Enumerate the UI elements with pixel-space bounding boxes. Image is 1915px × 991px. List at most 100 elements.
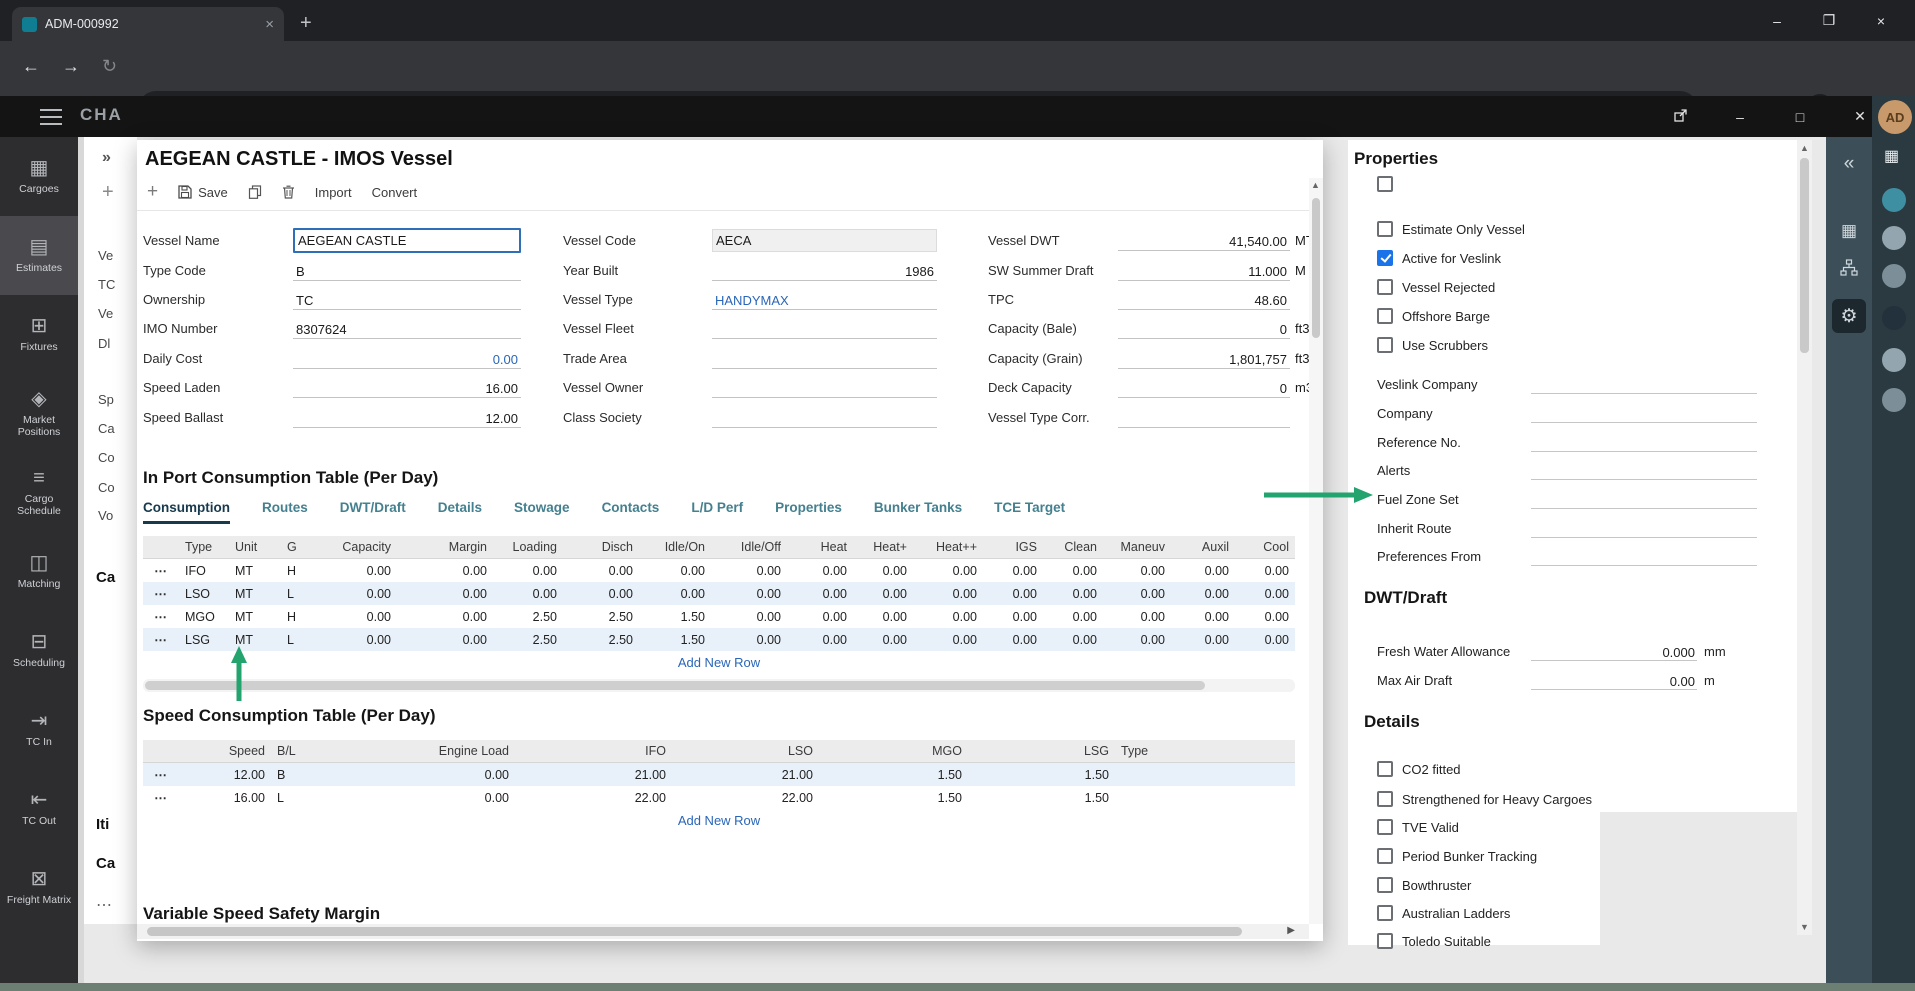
grid-cell[interactable]: 0.00 (1171, 582, 1235, 605)
field-input-fuel-zone-set[interactable] (1531, 488, 1757, 509)
column-header-handle[interactable] (143, 536, 179, 559)
grid-cell[interactable]: 2.50 (563, 628, 639, 651)
grid-cell[interactable]: 0.00 (493, 559, 563, 583)
field-input-deck-capacity[interactable]: 0 (1118, 377, 1290, 398)
grid-cell[interactable]: H (281, 559, 309, 583)
column-header-speed[interactable]: Speed (179, 740, 271, 763)
properties-checkbox-partial[interactable] (1377, 176, 1393, 192)
field-input-vessel-dwt[interactable]: 41,540.00 (1118, 230, 1290, 251)
column-header-clean[interactable]: Clean (1043, 536, 1103, 559)
field-input-year-built[interactable]: 1986 (712, 260, 937, 281)
expand-panel-icon[interactable]: » (102, 149, 111, 167)
sidebar-item-fixtures[interactable]: ⊞Fixtures (0, 295, 78, 374)
field-input-ownership[interactable]: TC (293, 289, 521, 310)
grid-cell[interactable]: 0.00 (853, 628, 913, 651)
grid-cell[interactable]: 0.00 (639, 582, 711, 605)
right-rail-icon-3[interactable] (1882, 264, 1906, 288)
details-checkbox-co2-fitted[interactable] (1377, 761, 1393, 777)
column-header-cool[interactable]: Cool (1235, 536, 1295, 559)
row-menu-icon[interactable]: ⋯ (143, 582, 179, 605)
grid-cell[interactable] (1115, 763, 1295, 787)
grid-cell[interactable]: 0.00 (853, 605, 913, 628)
row-menu-icon[interactable]: ⋯ (143, 786, 179, 809)
field-input-fresh-water-allowance[interactable]: 0.000 (1531, 641, 1697, 661)
field-input-speed-laden[interactable]: 16.00 (293, 377, 521, 398)
properties-checkbox-offshore-barge[interactable] (1377, 308, 1393, 324)
grid-cell[interactable]: 0.00 (563, 559, 639, 583)
grid-cell[interactable]: 0.00 (1043, 559, 1103, 583)
grid-cell[interactable]: 0.00 (983, 559, 1043, 583)
tab-close-icon[interactable]: × (265, 16, 274, 33)
grid-cell[interactable]: 2.50 (493, 605, 563, 628)
details-checkbox-australian-ladders[interactable] (1377, 905, 1393, 921)
window-minimize-button[interactable]: – (1751, 13, 1803, 29)
grid-cell[interactable]: 0.00 (787, 582, 853, 605)
grid-cell[interactable]: 0.00 (711, 559, 787, 583)
scroll-up-icon[interactable]: ▲ (1311, 180, 1320, 190)
field-input-trade-area[interactable] (712, 348, 937, 369)
delete-button[interactable] (282, 185, 295, 199)
grid-cell[interactable]: 0.00 (1171, 628, 1235, 651)
copy-button[interactable] (248, 185, 262, 199)
scroll-down-icon[interactable]: ▼ (1800, 922, 1809, 932)
right-rail-icon-1[interactable] (1882, 188, 1906, 212)
sidebar-item-market-positions[interactable]: ◈Market Positions (0, 374, 78, 453)
details-checkbox-bowthruster[interactable] (1377, 877, 1393, 893)
save-button[interactable]: Save (178, 185, 228, 200)
grid-cell[interactable]: 0.00 (983, 628, 1043, 651)
grid-cell[interactable]: MGO (179, 605, 229, 628)
field-input-max-air-draft[interactable]: 0.00 (1531, 670, 1697, 690)
row-menu-icon[interactable]: ⋯ (143, 605, 179, 628)
field-input-veslink-company[interactable] (1531, 373, 1757, 394)
grid-cell[interactable]: 0.00 (1043, 582, 1103, 605)
tab-dwt-draft[interactable]: DWT/Draft (340, 500, 406, 524)
grid-cell[interactable]: 0.00 (787, 628, 853, 651)
tab-bunker-tanks[interactable]: Bunker Tanks (874, 500, 962, 524)
grid-cell[interactable]: 0.00 (787, 605, 853, 628)
grid-cell[interactable]: L (271, 786, 325, 809)
hierarchy-icon[interactable] (1826, 259, 1872, 282)
field-input-preferences-from[interactable] (1531, 545, 1757, 566)
hamburger-menu-icon[interactable] (40, 109, 62, 130)
grid-cell[interactable]: IFO (179, 559, 229, 583)
grid-cell[interactable]: L (281, 582, 309, 605)
field-input-type-code[interactable]: B (293, 260, 521, 281)
modal-maximize-icon[interactable]: □ (1770, 109, 1830, 125)
grid-cell[interactable]: 0.00 (913, 628, 983, 651)
grid-cell[interactable]: 0.00 (309, 582, 397, 605)
field-input-reference-no[interactable] (1531, 431, 1757, 452)
column-header-lso[interactable]: LSO (672, 740, 819, 763)
column-header-idle-off[interactable]: Idle/Off (711, 536, 787, 559)
field-input-vessel-type-corr[interactable] (1118, 407, 1290, 428)
properties-scrollbar[interactable]: ▲ ▼ (1797, 140, 1812, 935)
column-header-heat[interactable]: Heat (787, 536, 853, 559)
grid-cell[interactable]: 0.00 (1235, 559, 1295, 583)
grid-cell[interactable]: 21.00 (515, 763, 672, 787)
properties-checkbox-use-scrubbers[interactable] (1377, 337, 1393, 353)
properties-checkbox-estimate-only-vessel[interactable] (1377, 221, 1393, 237)
column-header-capacity[interactable]: Capacity (309, 536, 397, 559)
properties-checkbox-vessel-rejected[interactable] (1377, 279, 1393, 295)
scroll-right-icon[interactable]: ▶ (1287, 925, 1295, 936)
tab-stowage[interactable]: Stowage (514, 500, 570, 524)
reload-button[interactable]: ↻ (102, 56, 117, 77)
grid-cell[interactable]: 1.50 (639, 628, 711, 651)
right-rail-icon-4[interactable] (1882, 306, 1906, 330)
row-menu-icon[interactable]: ⋯ (143, 763, 179, 787)
column-header-margin[interactable]: Margin (397, 536, 493, 559)
browser-tab[interactable]: ADM-000992 × (12, 7, 284, 41)
field-input-daily-cost[interactable]: 0.00 (293, 348, 521, 369)
field-input-vessel-fleet[interactable] (712, 318, 937, 339)
grid-cell[interactable]: 0.00 (913, 559, 983, 583)
grid-cell[interactable]: 0.00 (1043, 628, 1103, 651)
grid-cell[interactable]: 0.00 (787, 559, 853, 583)
properties-checkbox-active-for-veslink[interactable] (1377, 250, 1393, 266)
field-input-vessel-code[interactable]: AECA (712, 229, 937, 252)
field-input-company[interactable] (1531, 402, 1757, 423)
column-header-type[interactable]: Type (1115, 740, 1295, 763)
tab-contacts[interactable]: Contacts (602, 500, 660, 524)
sidebar-item-tc-in[interactable]: ⇥TC In (0, 690, 78, 769)
right-rail-icon-6[interactable] (1882, 388, 1906, 412)
speed-add-new-row-link[interactable]: Add New Row (143, 813, 1295, 828)
inport-horizontal-scrollbar[interactable] (143, 679, 1295, 692)
